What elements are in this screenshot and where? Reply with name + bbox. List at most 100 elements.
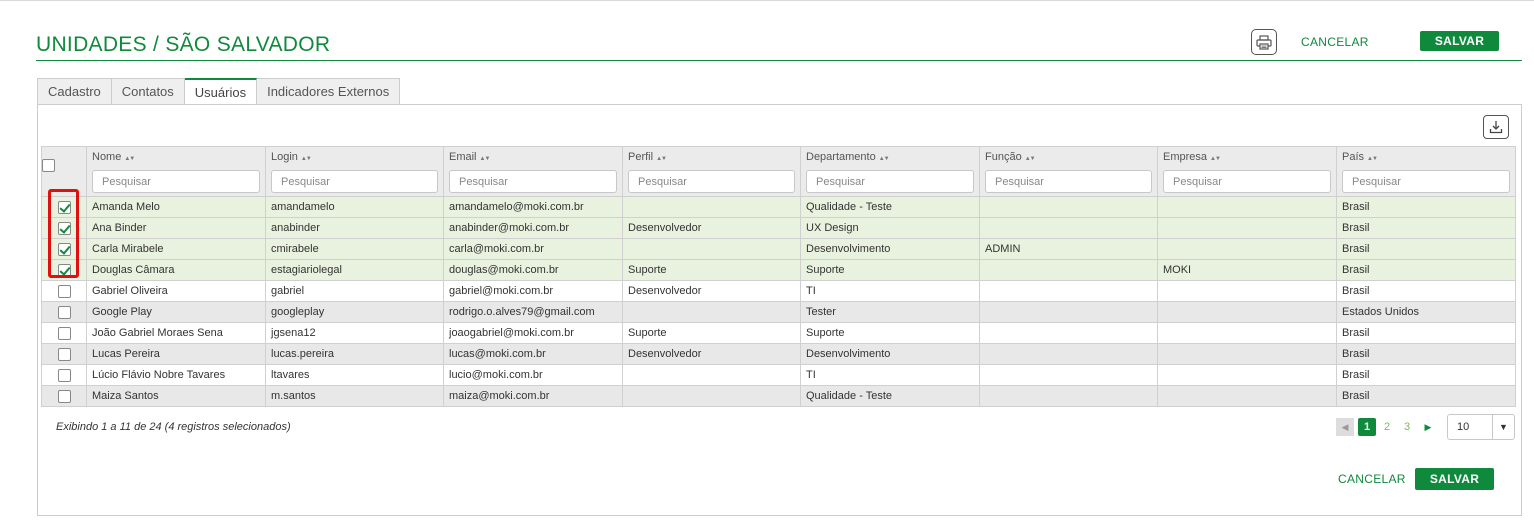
column-header-sort[interactable]: País ▲▼	[1342, 151, 1510, 165]
column-header-sort[interactable]: Função ▲▼	[985, 151, 1152, 165]
row-checkbox[interactable]	[57, 368, 71, 382]
table-cell: Lúcio Flávio Nobre Tavares	[86, 364, 266, 386]
row-checkbox[interactable]	[57, 263, 71, 277]
row-checkbox[interactable]	[57, 326, 71, 340]
table-cell	[979, 343, 1158, 365]
table-row[interactable]: Carla Mirabele cmirabele carla@moki.com.br…	[41, 238, 1516, 260]
row-select-cell	[41, 322, 87, 344]
table-cell	[1157, 196, 1337, 218]
pagination: ◀ 123 ▶	[1336, 418, 1437, 436]
row-select-cell	[41, 385, 87, 407]
page-number-button[interactable]: 3	[1398, 418, 1416, 436]
table-cell: ADMIN	[979, 238, 1158, 260]
sort-icon: ▲▼	[1024, 156, 1036, 162]
table-cell: Douglas Câmara	[86, 259, 266, 281]
table-cell: Brasil	[1336, 364, 1516, 386]
column-header-sort[interactable]: Nome ▲▼	[92, 151, 260, 165]
row-checkbox[interactable]	[57, 221, 71, 235]
page-size-value: 10	[1457, 421, 1470, 433]
table-cell: Brasil	[1336, 322, 1516, 344]
column-filter-input[interactable]	[92, 170, 260, 193]
row-checkbox[interactable]	[57, 305, 71, 319]
sort-icon: ▲▼	[300, 156, 312, 162]
table-row[interactable]: Maiza Santos m.santos maiza@moki.com.br Qua…	[41, 385, 1516, 407]
column-filter-input[interactable]	[628, 170, 795, 193]
column-filter-input[interactable]	[449, 170, 617, 193]
table-cell: Maiza Santos	[86, 385, 266, 407]
column-filter-input[interactable]	[271, 170, 438, 193]
row-select-cell	[41, 343, 87, 365]
column-header: Perfil ▲▼	[622, 146, 801, 197]
table-cell: Suporte	[800, 259, 980, 281]
table-row[interactable]: João Gabriel Moraes Sena jgsena12 joaogabr…	[41, 322, 1516, 344]
table-cell	[622, 301, 801, 323]
page-title: UNIDADES / SÃO SALVADOR	[36, 33, 331, 56]
table-row[interactable]: Douglas Câmara estagiariolegal douglas@mok…	[41, 259, 1516, 281]
table-cell: Ana Binder	[86, 217, 266, 239]
tab-usu-rios[interactable]: Usuários	[184, 78, 258, 105]
row-select-cell	[41, 196, 87, 218]
table-cell: Qualidade - Teste	[800, 385, 980, 407]
table-cell: maiza@moki.com.br	[443, 385, 623, 407]
prev-page-button[interactable]: ◀	[1336, 418, 1354, 436]
next-page-button[interactable]: ▶	[1419, 418, 1437, 436]
table-cell	[1157, 238, 1337, 260]
table-cell: Desenvolvedor	[622, 280, 801, 302]
page-size-select[interactable]: 10 ▼	[1447, 414, 1515, 440]
table-cell: Brasil	[1336, 343, 1516, 365]
column-header: Login ▲▼	[265, 146, 444, 197]
row-select-cell	[41, 364, 87, 386]
row-checkbox[interactable]	[57, 284, 71, 298]
cancel-button-top[interactable]: CANCELAR	[1301, 35, 1369, 49]
table-header-row: Nome▲▼Login▲▼Email▲▼Perfil▲▼Departamento…	[41, 146, 1516, 197]
table-cell: estagiariolegal	[265, 259, 444, 281]
save-button-bottom[interactable]: SALVAR	[1415, 468, 1494, 490]
table-cell	[979, 259, 1158, 281]
table-cell: MOKI	[1157, 259, 1337, 281]
table-cell: cmirabele	[265, 238, 444, 260]
table-cell: Brasil	[1336, 217, 1516, 239]
table-row[interactable]: Lucas Pereira lucas.pereira lucas@moki.com…	[41, 343, 1516, 365]
page-number-button[interactable]: 1	[1358, 418, 1376, 436]
tab-indicadores-externos[interactable]: Indicadores Externos	[257, 78, 401, 105]
column-filter-input[interactable]	[806, 170, 974, 193]
save-button-top[interactable]: SALVAR	[1420, 31, 1499, 51]
tab-bar: Cadastro Contatos Usuários Indicadores Exte…	[37, 78, 401, 105]
column-filter-input[interactable]	[985, 170, 1152, 193]
table-cell: Tester	[800, 301, 980, 323]
column-header-sort[interactable]: Email ▲▼	[449, 151, 617, 165]
column-label: Email	[449, 151, 477, 163]
cancel-button-bottom[interactable]: CANCELAR	[1338, 472, 1406, 486]
table-cell: Google Play	[86, 301, 266, 323]
column-header-sort[interactable]: Perfil ▲▼	[628, 151, 795, 165]
download-button[interactable]	[1483, 115, 1509, 139]
sort-icon: ▲▼	[124, 156, 135, 162]
print-button[interactable]	[1251, 29, 1277, 55]
download-icon	[1489, 121, 1503, 134]
page-number-button[interactable]: 2	[1378, 418, 1396, 436]
table-cell: TI	[800, 280, 980, 302]
row-checkbox[interactable]	[57, 200, 71, 214]
row-select-cell	[41, 301, 87, 323]
table-cell: m.santos	[265, 385, 444, 407]
table-row[interactable]: Amanda Melo amandamelo amandamelo@moki.com…	[41, 196, 1516, 218]
row-checkbox[interactable]	[57, 347, 71, 361]
table-row[interactable]: Ana Binder anabinder anabinder@moki.com.br…	[41, 217, 1516, 239]
table-cell: Brasil	[1336, 280, 1516, 302]
table-cell: joaogabriel@moki.com.br	[443, 322, 623, 344]
column-filter-input[interactable]	[1163, 170, 1331, 193]
row-checkbox[interactable]	[57, 389, 71, 403]
table-row[interactable]: Lúcio Flávio Nobre Tavares ltavares lucio@…	[41, 364, 1516, 386]
table-row[interactable]: Gabriel Oliveira gabriel gabriel@moki.com.…	[41, 280, 1516, 302]
table-cell	[1157, 343, 1337, 365]
column-filter-input[interactable]	[1342, 170, 1510, 193]
row-checkbox[interactable]	[57, 242, 71, 256]
column-header-sort[interactable]: Login ▲▼	[271, 151, 438, 165]
table-row[interactable]: Google Play googleplay rodrigo.o.alves79@g…	[41, 301, 1516, 323]
tab-cadastro[interactable]: Cadastro	[37, 78, 112, 105]
column-header-sort[interactable]: Departamento ▲▼	[806, 151, 974, 165]
column-header-sort[interactable]: Empresa ▲▼	[1163, 151, 1331, 165]
select-all-checkbox[interactable]	[42, 159, 55, 172]
tab-contatos[interactable]: Contatos	[111, 78, 185, 105]
table-cell	[622, 385, 801, 407]
